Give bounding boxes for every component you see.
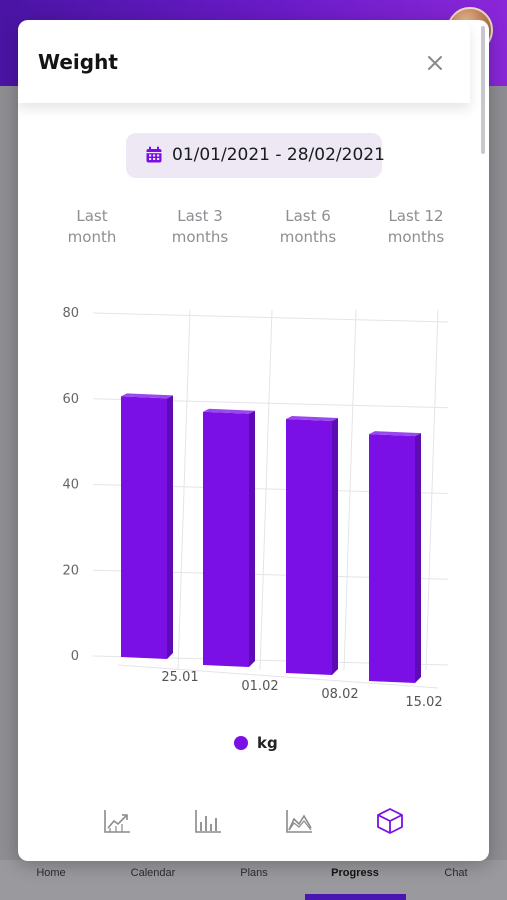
3d-cube-icon [377,808,403,834]
nav-chat[interactable]: Chat [411,867,501,879]
weight-bar-chart: 0 20 40 60 80 25.01 01.02 08.02 15.02 [62,306,449,710]
bar-chart-button[interactable] [193,806,223,836]
area-chart-button[interactable] [284,806,314,836]
bar [203,411,249,667]
legend-marker [234,736,248,750]
nav-plans[interactable]: Plans [209,867,299,879]
x-tick-label: 25.01 [161,670,198,685]
bar-side [249,410,255,667]
line-chart-icon [104,810,130,833]
area-chart-icon [286,810,312,833]
nav-active-indicator [305,894,406,900]
bar-chart-icon [195,810,221,833]
bar [369,434,415,683]
nav-calendar[interactable]: Calendar [108,867,198,879]
y-tick-label: 20 [62,563,79,578]
gridline [177,309,191,671]
gridline [425,309,439,671]
bottom-nav: Home Calendar Plans Progress Chat [0,860,507,900]
bar [121,396,167,659]
weight-modal: Weight 01/01/2021 - 28/02/2021 Last mont… [18,20,489,861]
nav-progress[interactable]: Progress [310,867,400,879]
x-tick-label: 08.02 [321,687,358,702]
y-tick-label: 80 [62,306,79,321]
y-tick-label: 40 [62,478,79,493]
nav-home[interactable]: Home [6,867,96,879]
y-tick-label: 60 [62,392,79,407]
gridline [259,309,273,671]
bar-side [415,433,421,683]
bar-side [167,395,173,659]
legend-label: kg [257,734,278,752]
x-tick-label: 01.02 [241,679,278,694]
gridline [92,312,449,323]
gridline [343,309,357,671]
line-chart-button[interactable] [102,806,132,836]
bar-side [332,417,338,675]
x-tick-label: 15.02 [405,695,442,710]
bar [286,418,332,675]
3d-chart-button[interactable] [375,806,405,836]
y-tick-label: 0 [71,649,79,664]
